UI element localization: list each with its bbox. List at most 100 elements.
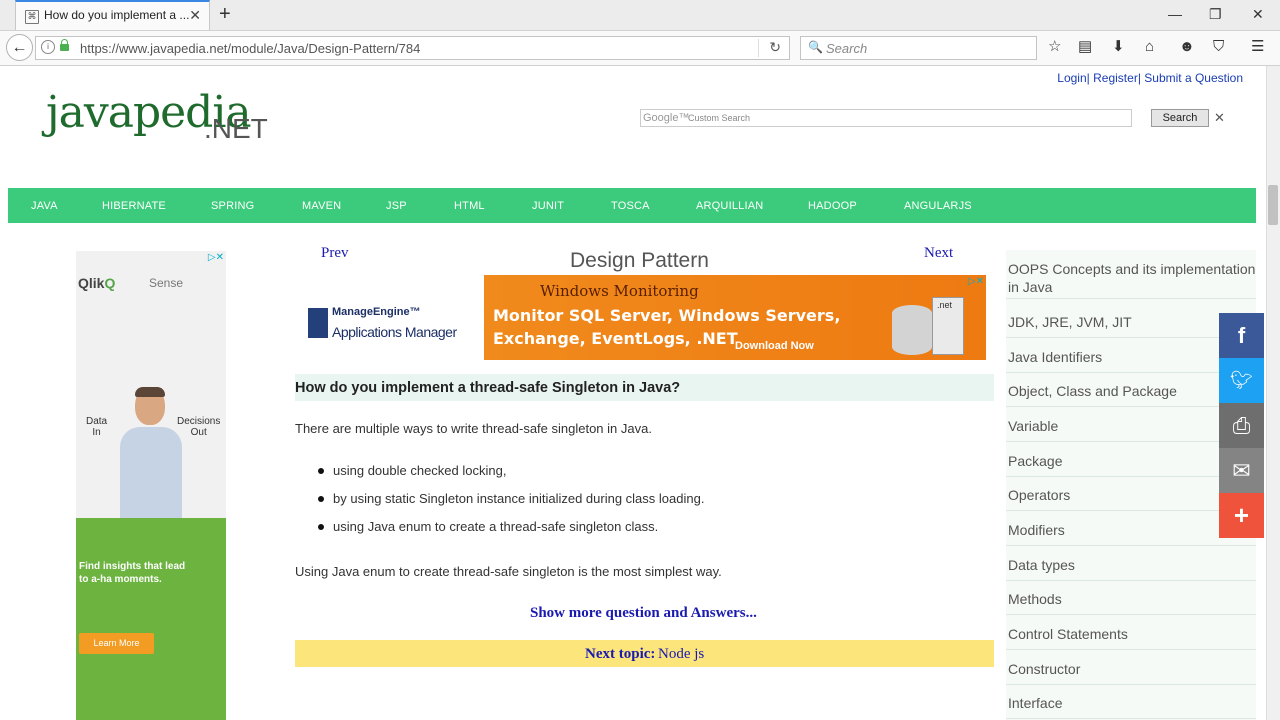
ad-tagline: Find insights that lead to a-ha moments.	[79, 560, 185, 586]
decisions-out-label: Decisions Out	[177, 416, 220, 438]
banner-line2: Exchange, EventLogs, .NET	[493, 329, 738, 348]
data-label: Data	[86, 416, 108, 427]
menu-item-html[interactable]: HTML	[454, 200, 485, 212]
download-icon[interactable]: ⬇	[1112, 39, 1125, 55]
new-tab-button[interactable]: +	[219, 3, 231, 26]
sidebar-item-methods[interactable]: Methods	[1006, 590, 1256, 615]
share-facebook-button[interactable]: f	[1219, 313, 1264, 358]
custom-search-label: Custom Search	[688, 113, 751, 123]
clear-search-icon[interactable]: ✕	[1214, 110, 1225, 126]
plus-icon: +	[1233, 500, 1250, 530]
menu-item-hadoop[interactable]: HADOOP	[808, 200, 857, 212]
chat-icon[interactable]: ☻	[1179, 39, 1195, 55]
show-more-link[interactable]: Show more question and Answers...	[530, 605, 757, 622]
banner-advertisement[interactable]: ManageEngine™ Applications Manager Windo…	[304, 275, 986, 360]
submit-question-link[interactable]: Submit a Question	[1144, 71, 1243, 85]
menu-icon[interactable]: ☰	[1251, 39, 1264, 55]
tab-title: How do you implement a ...	[44, 8, 190, 22]
reload-icon[interactable]: ↻	[769, 39, 781, 56]
next-topic-label: Next topic:	[585, 646, 656, 662]
net-label: .net	[937, 300, 953, 310]
menu-item-spring[interactable]: SPRING	[211, 200, 254, 212]
site-search-button[interactable]: Search	[1151, 109, 1209, 127]
next-link[interactable]: Next	[924, 245, 953, 262]
share-twitter-button[interactable]: 🐦︎	[1219, 358, 1264, 403]
list-item: by using static Singleton instance initi…	[318, 491, 704, 519]
question-heading: How do you implement a thread-safe Singl…	[295, 374, 994, 401]
manageengine-logo-panel: ManageEngine™ Applications Manager	[304, 275, 484, 360]
left-advertisement[interactable]: QlikQ Sense ▷✕ Data In Decisions Out Find …	[76, 251, 226, 720]
share-print-button[interactable]: ⎙	[1219, 403, 1264, 448]
pocket-icon[interactable]: ⛉	[1213, 39, 1224, 55]
browser-tab-active[interactable]: ⌘ How do you implement a ... ✕	[15, 0, 210, 30]
conclusion-text: Using Java enum to create thread-safe si…	[295, 564, 722, 579]
sidebar-item-control-statements[interactable]: Control Statements	[1006, 625, 1256, 650]
restore-button[interactable]: ❐	[1209, 6, 1222, 23]
sidebar-item-interface[interactable]: Interface	[1006, 694, 1256, 719]
learn-more-button[interactable]: Learn More	[79, 633, 154, 654]
browser-search-input[interactable]: 🔍 Search	[800, 36, 1037, 60]
account-links: Login| Register| Submit a Question	[1057, 71, 1243, 85]
ad-tagline-line1: Find insights that lead	[79, 561, 186, 572]
site-search-input[interactable]: Google™ Custom Search	[640, 109, 1132, 127]
menu-item-junit[interactable]: JUNIT	[532, 200, 564, 212]
server-illustration: .net	[892, 297, 972, 355]
url-text[interactable]: https://www.javapedia.net/module/Java/De…	[80, 41, 420, 56]
next-topic-link[interactable]: Node js	[658, 646, 704, 663]
sidebar-item-constructor[interactable]: Constructor	[1006, 660, 1256, 685]
scrollbar-thumb[interactable]	[1268, 185, 1278, 225]
adchoices-icon[interactable]: ▷✕	[208, 252, 224, 263]
menu-item-arquillian[interactable]: ARQUILLIAN	[696, 200, 763, 212]
minimize-button[interactable]: —	[1168, 6, 1182, 22]
login-link[interactable]: Login	[1057, 71, 1086, 85]
ad-bottom-panel: Find insights that lead to a-ha moments. …	[76, 518, 226, 720]
facebook-icon: f	[1237, 323, 1246, 348]
page-title: Design Pattern	[570, 249, 709, 272]
menu-item-tosca[interactable]: TOSCA	[611, 200, 650, 212]
navigation-bar: ← i https://www.javapedia.net/module/Jav…	[0, 31, 1280, 66]
sidebar-item-oops[interactable]: OOPS Concepts and its implementation in …	[1006, 260, 1256, 299]
intro-text: There are multiple ways to write thread-…	[295, 421, 652, 436]
url-separator	[758, 39, 759, 57]
address-bar[interactable]: i https://www.javapedia.net/module/Java/…	[35, 36, 790, 60]
bullet-list: using double checked locking, by using s…	[318, 463, 704, 547]
register-link[interactable]: Register	[1093, 71, 1138, 85]
tab-close-icon[interactable]: ✕	[189, 7, 201, 24]
share-email-button[interactable]: ✉	[1219, 448, 1264, 493]
menu-item-angularjs[interactable]: ANGULARJS	[904, 200, 972, 212]
logo-suffix-text: .NET	[204, 113, 268, 144]
in-label: In	[92, 427, 101, 438]
menu-item-java[interactable]: JAVA	[31, 200, 58, 212]
banner-brand-line1: ManageEngine™	[332, 306, 421, 318]
google-label: Google™	[643, 112, 690, 124]
print-icon: ⎙	[1232, 413, 1251, 438]
close-window-button[interactable]: ✕	[1252, 6, 1264, 23]
site-logo[interactable]: javapedia .NET	[46, 87, 276, 167]
menu-item-jsp[interactable]: JSP	[386, 200, 407, 212]
link-separator: |	[1137, 71, 1141, 85]
home-icon[interactable]: ⌂	[1145, 39, 1154, 55]
qlik-brand: QlikQ	[78, 275, 115, 291]
star-icon[interactable]: ☆	[1048, 39, 1061, 55]
next-topic-bar: Next topic: Node js	[295, 640, 994, 667]
banner-download-button[interactable]: Download Now	[735, 340, 814, 352]
page-scrollbar[interactable]	[1266, 66, 1280, 720]
menu-item-hibernate[interactable]: HIBERNATE	[102, 200, 166, 212]
back-button[interactable]: ←	[6, 34, 33, 61]
banner-heading: Windows Monitoring	[540, 282, 699, 300]
sidebar-item-data-types[interactable]: Data types	[1006, 556, 1256, 581]
share-more-button[interactable]: +	[1219, 493, 1264, 538]
info-icon[interactable]: i	[41, 40, 55, 54]
question-text: How do you implement a thread-safe Singl…	[295, 380, 681, 396]
twitter-icon: 🐦︎	[1230, 370, 1253, 390]
reading-list-icon[interactable]: ▤	[1078, 39, 1092, 55]
banner-line1: Monitor SQL Server, Windows Servers,	[493, 306, 841, 325]
adchoices-icon[interactable]: ▷✕	[968, 276, 984, 287]
data-in-label: Data In	[86, 416, 107, 438]
menu-item-maven[interactable]: MAVEN	[302, 200, 341, 212]
tab-bar: ⌘ How do you implement a ... ✕ + — ❐ ✕	[0, 0, 1280, 31]
decisions-label: Decisions	[177, 416, 221, 427]
search-placeholder: Search	[826, 41, 868, 56]
prev-link[interactable]: Prev	[321, 245, 349, 262]
lock-icon[interactable]	[60, 39, 69, 51]
